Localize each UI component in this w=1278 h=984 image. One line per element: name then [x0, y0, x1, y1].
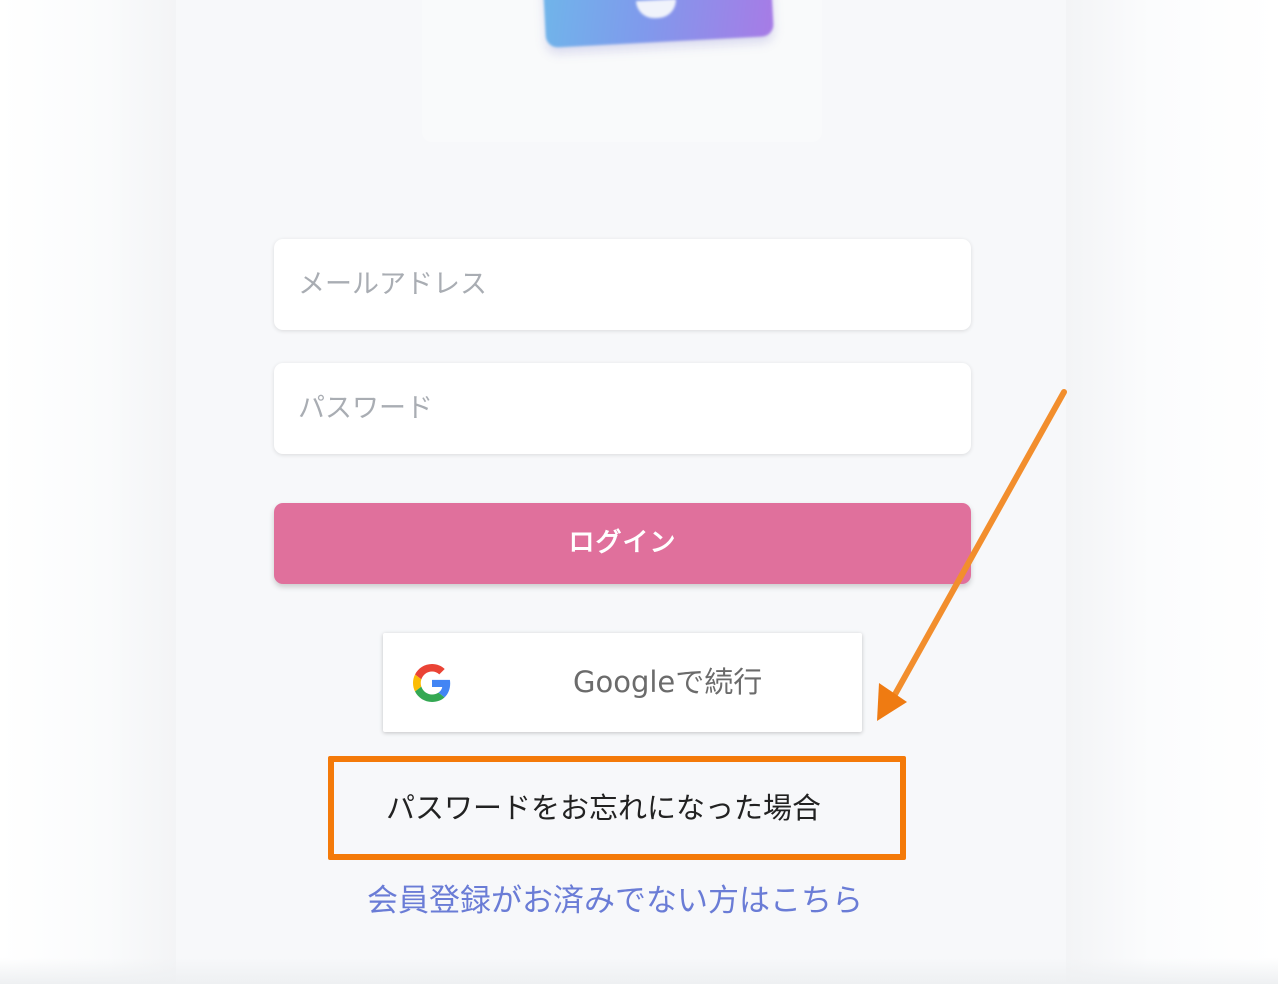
right-background	[1066, 0, 1278, 984]
google-signin-label: Googleで続行	[573, 665, 763, 699]
login-button[interactable]: ログイン	[274, 503, 971, 584]
email-field-container	[274, 239, 971, 330]
register-link[interactable]: 会員登録がお済みでない方はこちら	[367, 876, 863, 926]
google-g-icon	[413, 664, 451, 702]
google-signin-button[interactable]: Googleで続行	[383, 633, 862, 732]
forgot-password-link[interactable]: パスワードをお忘れになった場合	[386, 762, 821, 854]
email-field[interactable]	[274, 239, 971, 330]
forgot-password-highlight: パスワードをお忘れになった場合	[328, 756, 906, 860]
password-field[interactable]	[274, 363, 971, 454]
left-background	[0, 0, 176, 984]
bottom-shade	[0, 958, 1278, 984]
password-field-container	[274, 363, 971, 454]
